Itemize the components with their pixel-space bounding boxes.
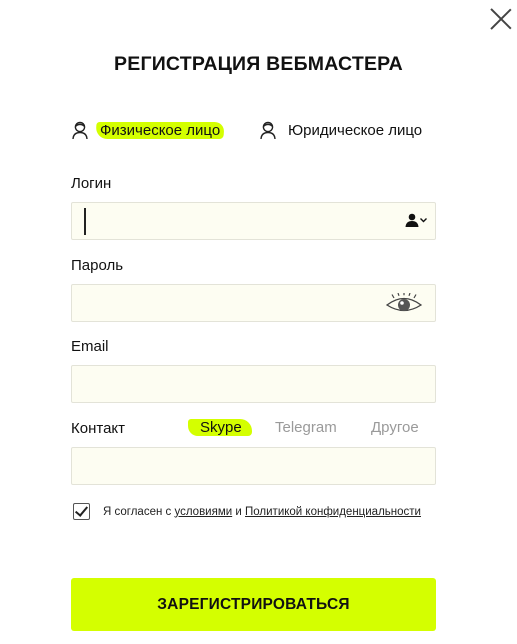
terms-link[interactable]: условиями [174, 506, 232, 518]
page-title: РЕГИСТРАЦИЯ ВЕБМАСТЕРА [114, 53, 403, 75]
register-button[interactable]: ЗАРЕГИСТРИРОВАТЬСЯ [71, 578, 436, 631]
eye-icon[interactable] [385, 293, 423, 315]
account-type-individual[interactable]: Физическое лицо [70, 118, 225, 142]
account-type-label: Физическое лицо [100, 121, 221, 139]
password-input[interactable] [71, 284, 436, 322]
account-type-legal[interactable]: Юридическое лицо [258, 118, 426, 142]
login-label: Логин [71, 175, 112, 192]
user-icon [405, 213, 419, 227]
user-dropdown[interactable] [405, 213, 428, 227]
agreement-checkbox[interactable] [73, 503, 90, 520]
contact-option-telegram[interactable]: Telegram [275, 419, 337, 436]
email-input[interactable] [71, 365, 436, 403]
account-type-label: Юридическое лицо [288, 121, 423, 139]
email-label: Email [71, 338, 109, 355]
password-label: Пароль [71, 257, 124, 274]
login-input[interactable] [71, 202, 436, 240]
privacy-policy-link[interactable]: Политикой конфиденциальности [245, 506, 421, 518]
agreement-text: Я согласен с [103, 505, 172, 518]
close-icon[interactable] [490, 8, 512, 30]
chevron-down-icon [420, 218, 427, 223]
text-caret [84, 208, 86, 235]
contact-label: Контакт [71, 420, 126, 437]
contact-input[interactable] [71, 447, 436, 485]
person-icon [72, 121, 88, 140]
person-icon [260, 121, 276, 140]
contact-option-skype[interactable]: Skype [188, 419, 252, 436]
agreement-row: Я согласен с условиями и Политикой конфи… [73, 503, 421, 520]
contact-option-other[interactable]: Другое [371, 419, 419, 436]
